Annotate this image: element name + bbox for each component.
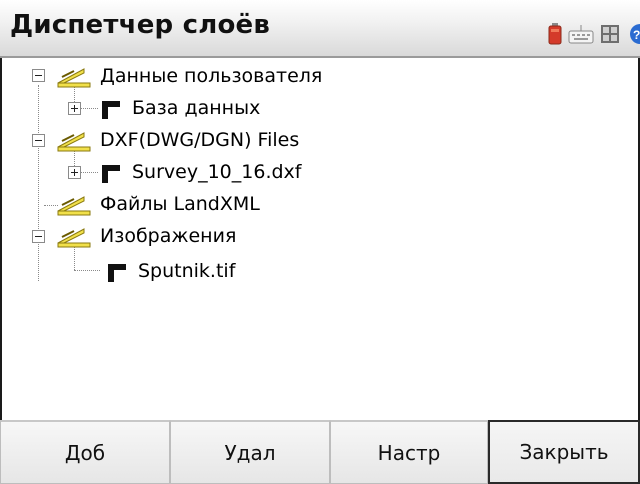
layer-file-icon (102, 101, 120, 119)
system-tray: ? (548, 22, 640, 46)
tree-connector (80, 108, 98, 109)
help-icon[interactable]: ? (626, 23, 640, 45)
tree-item-label: Данные пользователя (100, 65, 323, 87)
bottom-button-bar: Доб Удал Настр Закрыть (0, 420, 640, 484)
app-title: Диспетчер слоёв (10, 10, 271, 40)
delete-button[interactable]: Удал (170, 420, 330, 484)
collapse-toggle[interactable] (32, 134, 45, 147)
tree-item-images[interactable]: Изображения (54, 221, 236, 251)
tree-item-survey-dxf[interactable]: Survey_10_16.dxf (100, 157, 301, 187)
tree-connector (38, 85, 39, 281)
expand-toggle[interactable] (68, 102, 81, 115)
layer-file-icon (108, 264, 126, 282)
keyboard-icon[interactable] (568, 24, 594, 44)
tree-item-label: Sputnik.tif (138, 260, 236, 282)
grid-icon[interactable] (600, 24, 620, 44)
close-button[interactable]: Закрыть (488, 420, 640, 484)
expand-toggle[interactable] (68, 166, 81, 179)
tree-item-label: Изображения (100, 225, 237, 247)
title-bar: Диспетчер слоёв ? (0, 0, 640, 58)
tree-item-label: DXF(DWG/DGN) Files (100, 129, 300, 151)
tree-connector (74, 270, 100, 271)
tree-item-sputnik-tif[interactable]: Sputnik.tif (106, 256, 235, 286)
add-button[interactable]: Доб (0, 420, 170, 484)
layer-file-icon (102, 165, 120, 183)
svg-text:?: ? (633, 28, 640, 42)
tree-item-user-data[interactable]: Данные пользователя (54, 61, 322, 91)
tree-connector (80, 172, 98, 173)
layer-folder-icon (57, 68, 91, 88)
layer-folder-icon (57, 196, 91, 216)
battery-icon[interactable] (548, 23, 562, 45)
tree-item-label: База данных (132, 97, 261, 119)
layer-folder-icon (57, 132, 91, 152)
tree-item-database[interactable]: База данных (100, 93, 260, 123)
collapse-toggle[interactable] (32, 69, 45, 82)
tree-item-landxml-files[interactable]: Файлы LandXML (54, 189, 260, 219)
settings-button[interactable]: Настр (330, 420, 488, 484)
layer-tree: Данные пользователя База данных DXF(DWG/… (0, 58, 640, 420)
tree-item-dxf-files[interactable]: DXF(DWG/DGN) Files (54, 125, 299, 155)
tree-item-label: Файлы LandXML (100, 193, 260, 215)
tree-item-label: Survey_10_16.dxf (132, 161, 302, 183)
collapse-toggle[interactable] (32, 230, 45, 243)
layer-folder-icon (57, 228, 91, 248)
